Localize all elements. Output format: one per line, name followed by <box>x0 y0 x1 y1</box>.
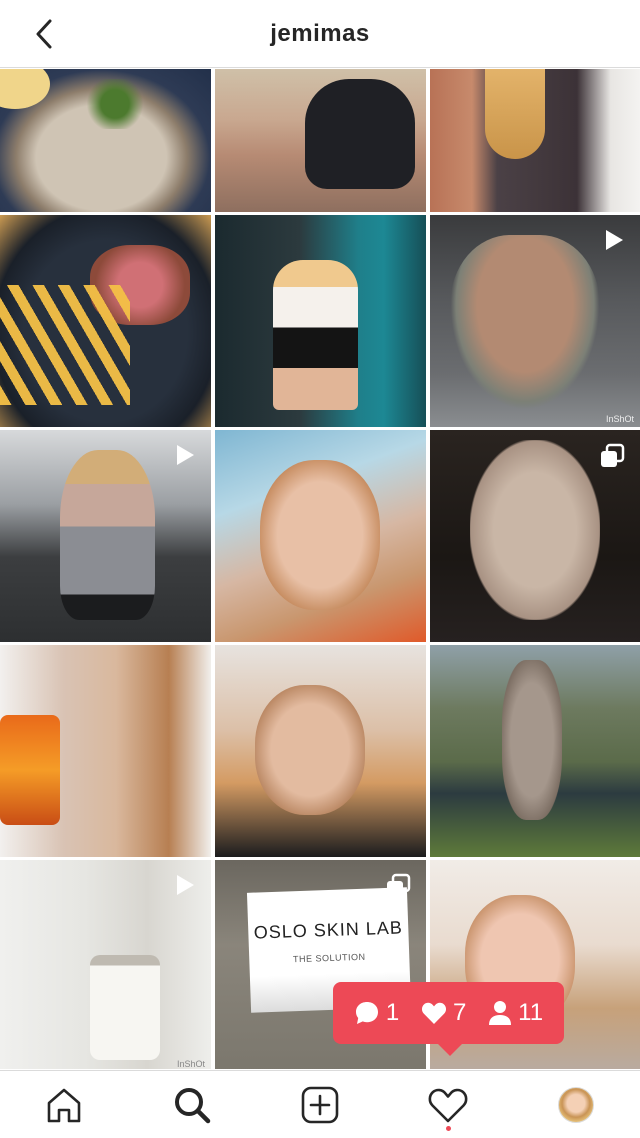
product-brand-text: OSLO SKIN LAB <box>253 917 404 943</box>
post-tile[interactable] <box>215 645 426 857</box>
follows-count: 11 <box>518 999 544 1026</box>
post-tile[interactable] <box>430 69 640 212</box>
heart-icon <box>422 1002 447 1024</box>
posts-grid: InShOt InShOt OSLO SKIN LAB THE SOLUTION <box>0 69 640 1069</box>
post-tile[interactable] <box>0 645 211 857</box>
add-post-icon <box>301 1086 339 1123</box>
post-tile[interactable]: InShOt <box>430 215 640 427</box>
likes-count-group: 7 <box>421 999 466 1027</box>
post-tile[interactable] <box>215 215 426 427</box>
post-tile[interactable] <box>430 430 640 642</box>
likes-count: 7 <box>453 999 467 1026</box>
nav-home-button[interactable] <box>32 1075 96 1135</box>
carousel-icon <box>601 443 625 467</box>
follows-count-group: 11 <box>488 999 543 1027</box>
back-button[interactable] <box>28 16 60 52</box>
chevron-left-icon <box>36 19 52 49</box>
post-tile[interactable] <box>215 69 426 212</box>
profile-avatar <box>558 1086 594 1123</box>
top-bar: jemimas <box>0 0 640 68</box>
home-icon <box>47 1088 81 1122</box>
nav-new-post-button[interactable] <box>288 1075 352 1135</box>
post-tile[interactable] <box>0 215 211 427</box>
comments-count: 1 <box>385 999 400 1026</box>
video-icon <box>177 875 194 895</box>
activity-notification-bubble[interactable]: 1 7 11 <box>333 982 564 1056</box>
notification-dot <box>445 1125 451 1131</box>
watermark-text: InShOt <box>176 1059 205 1069</box>
post-tile[interactable] <box>215 430 426 642</box>
profile-username-title: jemimas <box>270 19 370 47</box>
post-tile[interactable] <box>0 69 211 212</box>
comment-bubble-icon <box>355 1002 378 1024</box>
video-icon <box>177 445 194 465</box>
search-icon <box>175 1087 211 1123</box>
post-tile[interactable]: InShOt <box>0 860 211 1069</box>
post-tile[interactable] <box>430 645 640 857</box>
activity-heart-icon <box>428 1088 468 1122</box>
comments-count-group: 1 <box>354 999 399 1027</box>
nav-profile-button[interactable] <box>544 1075 608 1135</box>
person-icon <box>489 1001 512 1025</box>
nav-activity-button[interactable] <box>416 1075 480 1135</box>
watermark-text: InShOt <box>605 414 634 424</box>
product-subtitle-text: THE SOLUTION <box>292 951 366 965</box>
nav-search-button[interactable] <box>160 1075 224 1135</box>
video-icon <box>606 230 623 250</box>
post-tile[interactable] <box>0 430 211 642</box>
bottom-navigation <box>0 1070 640 1138</box>
